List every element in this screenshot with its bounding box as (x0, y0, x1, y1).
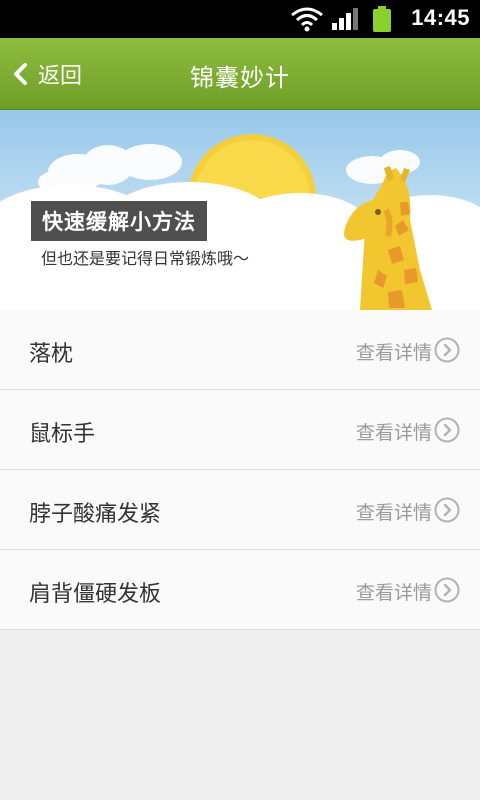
chevron-right-circle-icon[interactable] (434, 417, 460, 443)
view-details-link[interactable]: 查看详情 (356, 338, 432, 365)
list-item-mouse-hand[interactable]: 鼠标手 查看详情 (0, 390, 480, 470)
view-details-link[interactable]: 查看详情 (356, 498, 432, 525)
chevron-right-circle-icon[interactable] (434, 497, 460, 523)
banner-heading: 快速缓解小方法 (31, 201, 207, 241)
list-item-label: 肩背僵硬发板 (29, 582, 162, 607)
wifi-icon (291, 7, 323, 32)
page-title: 锦囊妙计 (190, 64, 290, 92)
list-item-stiff-back[interactable]: 肩背僵硬发板 查看详情 (0, 550, 480, 630)
list-item-label: 鼠标手 (29, 422, 96, 447)
battery-icon (373, 6, 391, 32)
list-item-label: 落枕 (29, 342, 74, 367)
banner: 快速缓解小方法 但也还是要记得日常锻炼哦～ (0, 110, 480, 310)
status-bar: 14:45 (0, 0, 480, 38)
tips-list: 落枕 查看详情 鼠标手 查看详情 脖子酸痛发紧 查看详情 肩背僵硬发板 查看详情 (0, 310, 480, 630)
view-details-link[interactable]: 查看详情 (356, 418, 432, 445)
signal-strength-icon (332, 8, 358, 30)
banner-subtitle: 但也还是要记得日常锻炼哦～ (41, 249, 250, 268)
list-item-neck-soreness[interactable]: 脖子酸痛发紧 查看详情 (0, 470, 480, 550)
chevron-right-circle-icon[interactable] (434, 577, 460, 603)
view-details-link[interactable]: 查看详情 (356, 578, 432, 605)
list-item-stiff-neck[interactable]: 落枕 查看详情 (0, 310, 480, 390)
chevron-right-circle-icon[interactable] (434, 337, 460, 363)
list-item-label: 脖子酸痛发紧 (29, 502, 162, 527)
status-time: 14:45 (411, 5, 470, 30)
title-bar: 返回 锦囊妙计 (0, 38, 480, 110)
